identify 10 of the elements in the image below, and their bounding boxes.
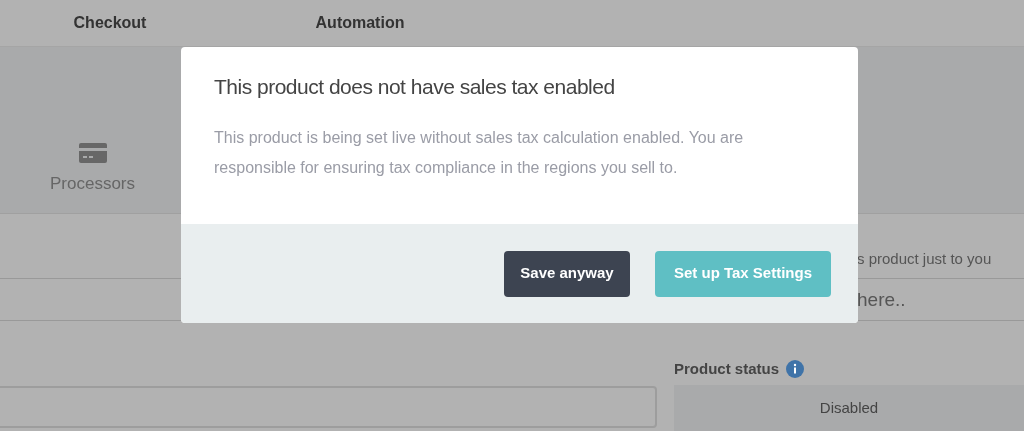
- status-select[interactable]: Disabled: [674, 385, 1024, 431]
- save-button[interactable]: Save anyway: [504, 250, 630, 297]
- dialog-title: This product does not have sales tax enabled: [214, 74, 616, 100]
- nav-tab[interactable]: Checkout: [0, 0, 220, 46]
- field-label: Product status: [674, 358, 779, 379]
- info-icon: [786, 360, 804, 378]
- credit-card-icon: [77, 140, 108, 165]
- hint-text: s product just to you: [857, 248, 992, 269]
- nav-tab[interactable]: Automation: [220, 0, 500, 46]
- dialog-message: This product is being set live without sales tax calculation enabled. You are responsible for ensuring tax compliance in the regions you sell to.: [214, 127, 745, 178]
